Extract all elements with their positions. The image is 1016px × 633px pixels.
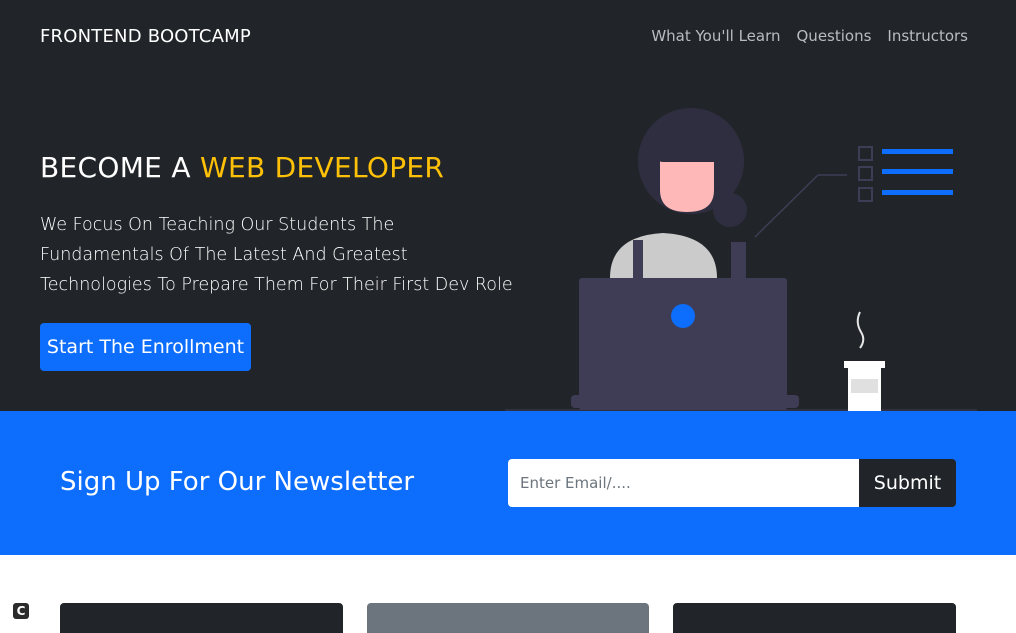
extension-badge-icon[interactable]: C xyxy=(13,603,29,619)
brand-logo-link[interactable]: FRONTEND BOOTCAMP xyxy=(40,26,251,47)
nav-link-questions[interactable]: Questions xyxy=(797,27,872,45)
hero-title-accent: WEB DEVELOPER xyxy=(200,151,445,184)
nav-link-instructors[interactable]: Instructors xyxy=(887,27,968,45)
submit-button[interactable]: Submit xyxy=(859,459,956,507)
newsletter-section: Sign Up For Our Newsletter Submit xyxy=(0,411,1016,555)
email-input[interactable] xyxy=(508,459,859,507)
nav-link-what-youll-learn[interactable]: What You'll Learn xyxy=(651,27,780,45)
hero-title-prefix: BECOME A xyxy=(40,151,200,184)
hero-section: BECOME A WEB DEVELOPER We Focus On Teach… xyxy=(0,75,1016,411)
developer-at-laptop-illustration xyxy=(505,108,977,411)
boxes-card-1 xyxy=(60,603,343,633)
navbar: FRONTEND BOOTCAMP What You'll Learn Ques… xyxy=(0,0,1016,75)
boxes-card-2 xyxy=(367,603,649,633)
boxes-card-3 xyxy=(673,603,956,633)
newsletter-title: Sign Up For Our Newsletter xyxy=(60,467,415,497)
nav-links: What You'll Learn Questions Instructors xyxy=(651,27,968,45)
hero-title: BECOME A WEB DEVELOPER xyxy=(40,151,444,184)
start-enrollment-button[interactable]: Start The Enrollment xyxy=(40,323,251,371)
hero-text: We Focus On Teaching Our Students The Fu… xyxy=(40,215,513,295)
